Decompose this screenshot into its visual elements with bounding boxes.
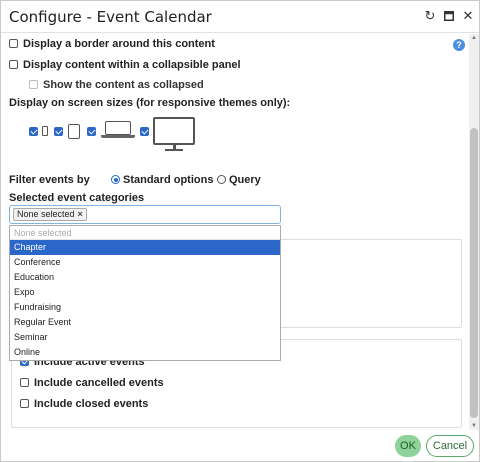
dialog-content: Display a border around this content ? D… (1, 34, 469, 430)
desktop-icon (153, 117, 195, 151)
include-closed-checkbox[interactable] (20, 399, 29, 408)
include-closed-label: Include closed events (34, 398, 149, 410)
tablet-icon (68, 124, 80, 139)
selected-tag-label: None selected (17, 209, 75, 219)
list-item[interactable]: Conference (10, 255, 280, 270)
device-options (29, 117, 209, 157)
scroll-down-icon[interactable]: ▼ (469, 422, 479, 430)
list-item[interactable]: Chapter (10, 240, 280, 255)
laptop-checkbox[interactable] (87, 127, 96, 136)
dialog-footer: OK Cancel (1, 431, 479, 461)
border-option[interactable]: Display a border around this content (9, 38, 215, 50)
title-bar: Configure - Event Calendar ↻ ✕ (1, 1, 479, 33)
help-icon[interactable]: ? (453, 39, 465, 51)
phone-checkbox[interactable] (29, 127, 38, 136)
desktop-checkbox[interactable] (140, 127, 149, 136)
cancel-button[interactable]: Cancel (426, 435, 474, 457)
scroll-up-icon[interactable]: ▲ (469, 34, 479, 42)
collapsed-label: Show the content as collapsed (43, 79, 204, 91)
laptop-icon (101, 121, 135, 138)
collapsible-checkbox[interactable] (9, 60, 18, 69)
list-item[interactable]: Education (10, 270, 280, 285)
ok-button[interactable]: OK (395, 435, 421, 457)
include-cancelled-label: Include cancelled events (34, 377, 164, 389)
collapsed-checkbox (29, 80, 38, 89)
maximize-icon[interactable] (441, 8, 457, 24)
close-icon[interactable]: ✕ (460, 8, 476, 24)
refresh-icon[interactable]: ↻ (422, 8, 438, 24)
query-radio[interactable]: Query (217, 174, 261, 186)
categories-dropdown: None selected Chapter Conference Educati… (9, 225, 281, 361)
query-radio-button[interactable] (217, 175, 226, 184)
list-item[interactable]: Seminar (10, 330, 280, 345)
standard-options-radio[interactable]: Standard options (111, 174, 213, 186)
include-cancelled-checkbox[interactable] (20, 378, 29, 387)
include-cancelled-option[interactable]: Include cancelled events (20, 377, 164, 389)
list-item[interactable]: Fundraising (10, 300, 280, 315)
collapsible-option[interactable]: Display content within a collapsible pan… (9, 59, 241, 71)
categories-multiselect[interactable]: None selected × (9, 205, 281, 224)
include-closed-option[interactable]: Include closed events (20, 398, 148, 410)
standard-radio-button[interactable] (111, 175, 120, 184)
screen-sizes-label: Display on screen sizes (for responsive … (9, 97, 291, 109)
tablet-checkbox[interactable] (54, 127, 63, 136)
border-checkbox[interactable] (9, 39, 18, 48)
filter-label: Filter events by (9, 174, 90, 186)
scroll-thumb[interactable] (470, 128, 478, 418)
remove-tag-icon[interactable]: × (78, 209, 83, 219)
categories-label: Selected event categories (9, 192, 145, 204)
query-label: Query (229, 174, 261, 186)
configure-dialog: Configure - Event Calendar ↻ ✕ Display a… (0, 0, 480, 462)
collapsed-option: Show the content as collapsed (29, 79, 204, 91)
dropdown-placeholder: None selected (10, 226, 280, 240)
collapsible-label: Display content within a collapsible pan… (23, 59, 241, 71)
standard-options-label: Standard options (123, 174, 214, 186)
phone-icon (42, 126, 48, 136)
dropdown-list: Chapter Conference Education Expo Fundra… (10, 240, 280, 360)
dialog-title: Configure - Event Calendar (9, 8, 212, 26)
selected-tag: None selected × (13, 208, 87, 221)
list-item[interactable]: Online (10, 345, 280, 360)
scrollbar[interactable]: ▲ ▼ (469, 34, 479, 430)
list-item[interactable]: Expo (10, 285, 280, 300)
list-item[interactable]: Regular Event (10, 315, 280, 330)
border-label: Display a border around this content (23, 38, 215, 50)
